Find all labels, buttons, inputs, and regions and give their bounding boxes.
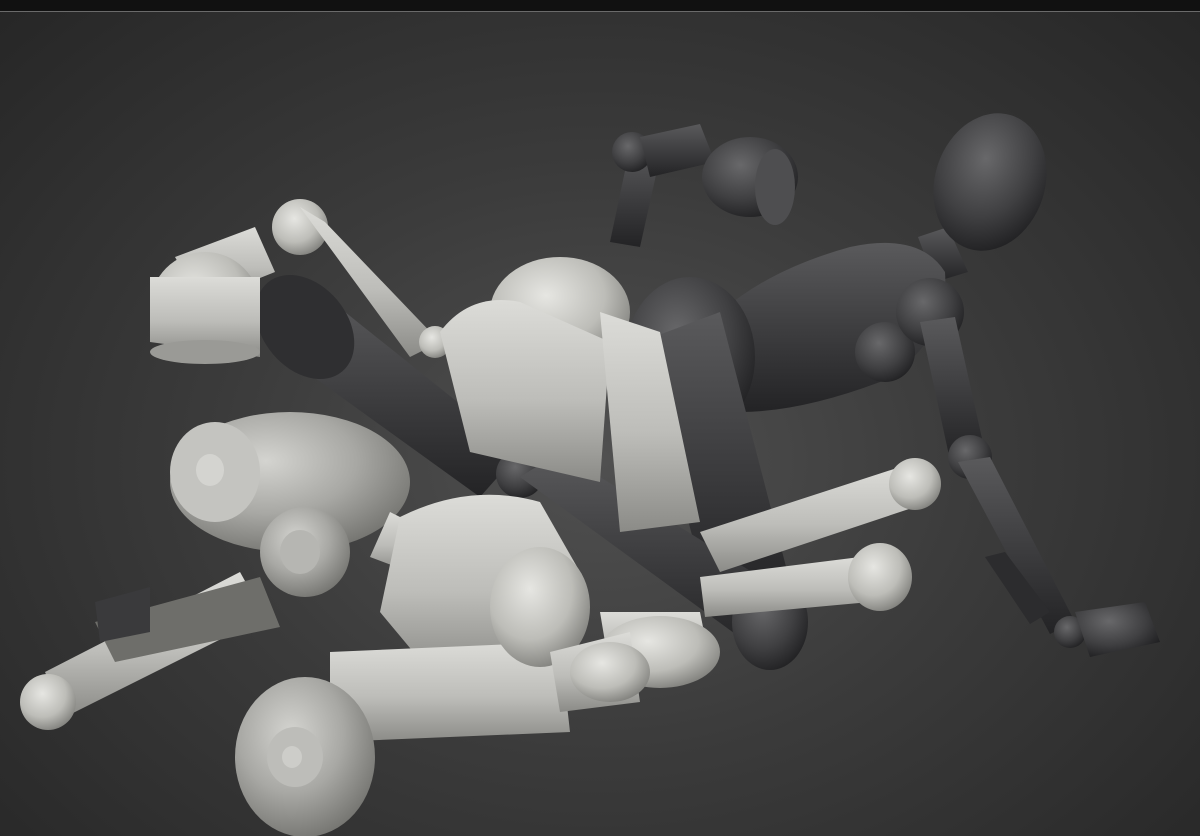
dark-forearm: [958, 457, 1075, 634]
dark-mannequin: [255, 113, 1160, 670]
3d-viewport[interactable]: [0, 12, 1200, 836]
mannequin-scene: [20, 113, 1160, 836]
light-front-hand: [20, 674, 76, 730]
dark-hand: [1075, 602, 1160, 657]
viewport-top-border: [0, 0, 1200, 12]
app-window: [0, 0, 1200, 836]
light-back-foot: [848, 543, 912, 611]
light-back-knee-a: [889, 458, 941, 510]
